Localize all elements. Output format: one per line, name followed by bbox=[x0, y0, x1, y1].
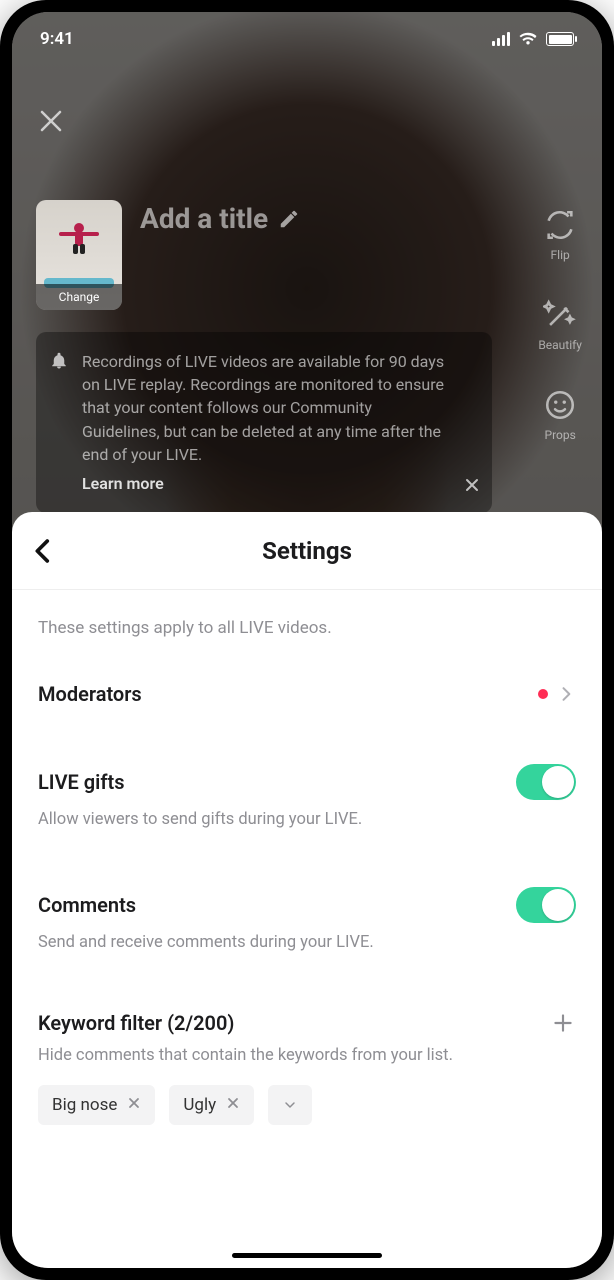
live-gifts-desc: Allow viewers to send gifts during your … bbox=[38, 810, 576, 829]
status-time: 9:41 bbox=[40, 29, 74, 49]
live-replay-banner: Recordings of LIVE videos are available … bbox=[36, 332, 492, 513]
keyword-filter-label: Keyword filter (2/200) bbox=[38, 1011, 234, 1035]
sheet-subtitle: These settings apply to all LIVE videos. bbox=[38, 618, 576, 638]
close-button[interactable] bbox=[36, 106, 66, 136]
remove-chip-icon[interactable] bbox=[226, 1095, 240, 1115]
sheet-title: Settings bbox=[262, 537, 352, 565]
sheet-header: Settings bbox=[12, 512, 602, 590]
flip-camera-button[interactable]: Flip bbox=[543, 208, 577, 262]
moderators-label: Moderators bbox=[38, 682, 142, 706]
keyword-filter-row: Keyword filter (2/200) Hide comments tha… bbox=[38, 996, 576, 1135]
live-gifts-row: LIVE gifts Allow viewers to send gifts d… bbox=[38, 750, 576, 839]
comments-label: Comments bbox=[38, 893, 136, 917]
status-icons bbox=[492, 32, 574, 46]
side-tools: Flip Beautify Props bbox=[538, 208, 582, 442]
live-title-input[interactable]: Add a title bbox=[140, 202, 300, 235]
remove-chip-icon[interactable] bbox=[127, 1095, 141, 1115]
cover-change-label: Change bbox=[36, 284, 122, 310]
back-button[interactable] bbox=[26, 534, 60, 568]
moderators-row[interactable]: Moderators bbox=[38, 668, 576, 716]
chevron-right-icon bbox=[556, 684, 576, 704]
props-button[interactable]: Props bbox=[543, 388, 577, 442]
edit-icon bbox=[278, 208, 300, 230]
bell-icon bbox=[50, 352, 68, 376]
comments-row: Comments Send and receive comments durin… bbox=[38, 873, 576, 962]
home-indicator[interactable] bbox=[232, 1253, 382, 1258]
beautify-button[interactable]: Beautify bbox=[538, 298, 582, 352]
add-keyword-button[interactable] bbox=[550, 1010, 576, 1036]
wifi-icon bbox=[518, 32, 538, 46]
banner-learn-more-link[interactable]: Learn more bbox=[82, 472, 452, 495]
status-bar: 9:41 bbox=[12, 12, 602, 66]
comments-toggle[interactable] bbox=[516, 887, 576, 923]
props-label: Props bbox=[545, 428, 576, 442]
banner-text: Recordings of LIVE videos are available … bbox=[82, 352, 444, 464]
comments-desc: Send and receive comments during your LI… bbox=[38, 933, 576, 952]
phone-frame: 9:41 bbox=[0, 0, 614, 1280]
notification-dot-icon bbox=[538, 689, 548, 699]
keyword-chips: Big nose Ugly bbox=[38, 1085, 576, 1125]
chevron-down-icon bbox=[282, 1097, 298, 1113]
banner-dismiss-button[interactable] bbox=[464, 476, 480, 499]
live-title-placeholder: Add a title bbox=[140, 202, 268, 235]
expand-keywords-button[interactable] bbox=[268, 1085, 312, 1125]
keyword-chip[interactable]: Big nose bbox=[38, 1085, 155, 1125]
moderators-accessory bbox=[538, 684, 576, 704]
battery-icon bbox=[546, 32, 574, 46]
cellular-signal-icon bbox=[492, 32, 510, 46]
live-gifts-label: LIVE gifts bbox=[38, 770, 124, 794]
keyword-chip[interactable]: Ugly bbox=[169, 1085, 254, 1125]
beautify-label: Beautify bbox=[538, 338, 582, 352]
keyword-chip-label: Ugly bbox=[183, 1095, 216, 1115]
live-gifts-toggle[interactable] bbox=[516, 764, 576, 800]
flip-label: Flip bbox=[551, 248, 570, 262]
screen: 9:41 bbox=[12, 12, 602, 1268]
sheet-body: These settings apply to all LIVE videos.… bbox=[12, 590, 602, 1135]
keyword-filter-desc: Hide comments that contain the keywords … bbox=[38, 1046, 576, 1065]
title-area: Change Add a title bbox=[36, 200, 492, 310]
cover-thumbnail[interactable]: Change bbox=[36, 200, 122, 310]
keyword-chip-label: Big nose bbox=[52, 1095, 117, 1115]
settings-sheet: Settings These settings apply to all LIV… bbox=[12, 512, 602, 1268]
